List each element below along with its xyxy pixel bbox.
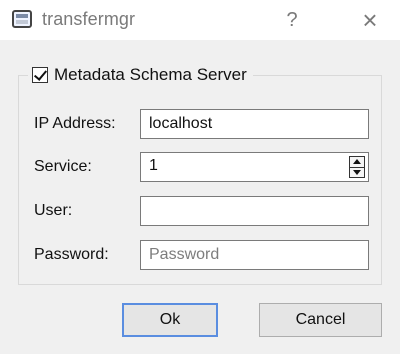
spin-down-icon[interactable] — [350, 167, 364, 178]
app-window-icon — [12, 10, 32, 28]
metadata-server-checkbox-row[interactable]: Metadata Schema Server — [28, 62, 253, 88]
dialog-window: transfermgr ? × Metadata Schema Server I… — [0, 0, 400, 354]
password-input[interactable]: Password — [140, 240, 369, 270]
password-label: Password: — [34, 246, 109, 263]
cancel-button[interactable]: Cancel — [259, 303, 382, 337]
close-button[interactable]: × — [352, 4, 388, 36]
spin-up-icon[interactable] — [350, 157, 364, 167]
checkbox-checked-icon[interactable] — [32, 67, 48, 83]
title-bar: transfermgr ? × — [0, 0, 400, 40]
help-button[interactable]: ? — [278, 4, 306, 36]
password-placeholder: Password — [149, 246, 220, 263]
ok-button[interactable]: Ok — [122, 303, 218, 337]
user-label: User: — [34, 202, 73, 219]
metadata-server-group-title: Metadata Schema Server — [54, 65, 247, 84]
window-title: transfermgr — [42, 9, 136, 29]
spin-buttons — [349, 156, 365, 178]
ip-address-value: localhost — [149, 115, 213, 132]
service-spinbox[interactable]: 1 — [140, 152, 369, 182]
user-input[interactable] — [140, 196, 369, 226]
ip-address-label: IP Address: — [34, 115, 116, 132]
service-label: Service: — [34, 158, 92, 175]
ip-address-input[interactable]: localhost — [140, 109, 369, 139]
service-value: 1 — [149, 157, 158, 174]
